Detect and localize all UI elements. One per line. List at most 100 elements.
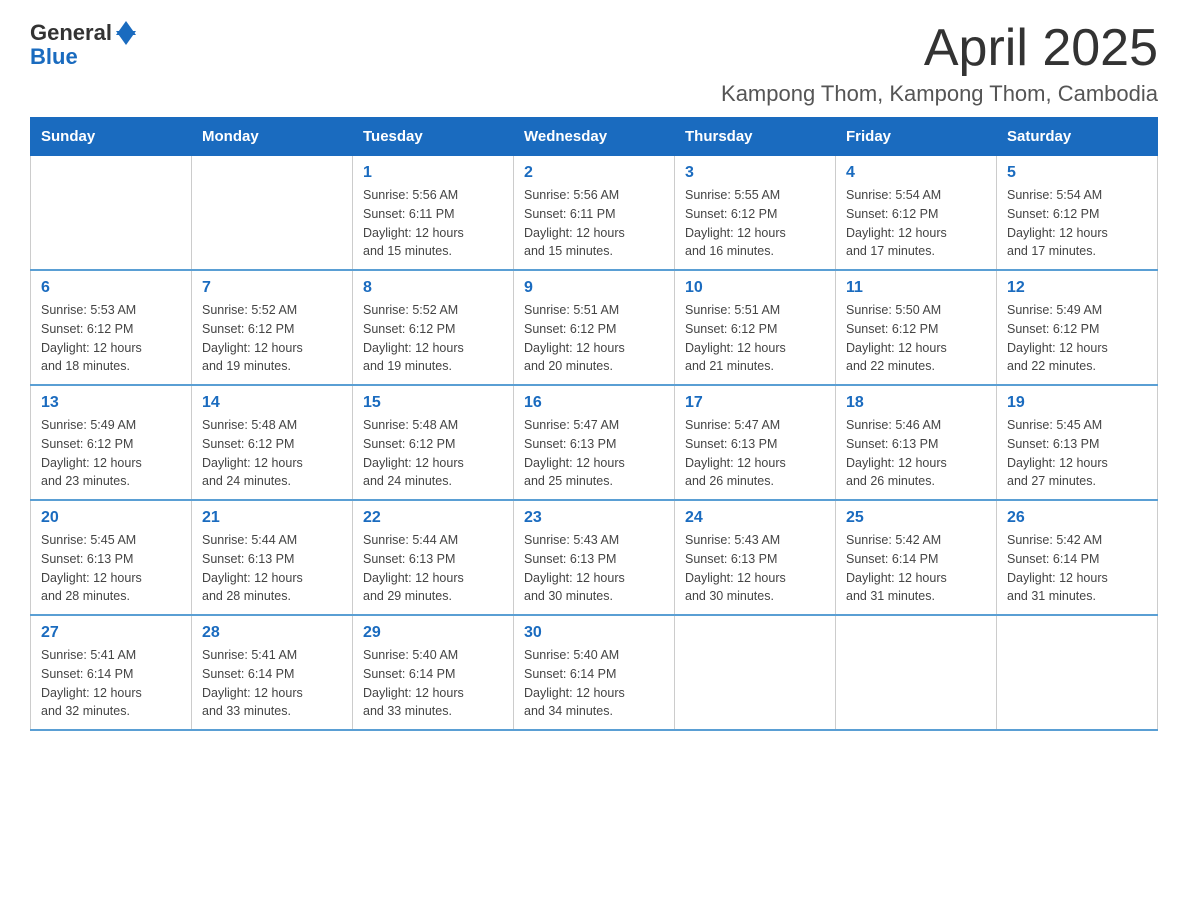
calendar-cell: 10Sunrise: 5:51 AMSunset: 6:12 PMDayligh… [675, 270, 836, 385]
calendar-cell: 22 Sunrise: 5:44 AMSunset: 6:13 PMDayligh… [353, 500, 514, 615]
day-info: Sunrise: 5:48 AMSunset: 6:12 PMDaylight:… [363, 416, 503, 491]
calendar-cell: 14 Sunrise: 5:48 AMSunset: 6:12 PMDayligh… [192, 385, 353, 500]
day-number: 16 [524, 394, 664, 412]
weekday-header-row: SundayMondayTuesdayWednesdayThursdayFrid… [31, 118, 1158, 156]
day-number: 18 [846, 394, 986, 412]
calendar-cell: 25 Sunrise: 5:42 AMSunset: 6:14 PMDayligh… [836, 500, 997, 615]
calendar-cell: 26 Sunrise: 5:42 AMSunset: 6:14 PMDayligh… [997, 500, 1158, 615]
calendar-cell: 4 Sunrise: 5:54 AMSunset: 6:12 PMDaylight… [836, 156, 997, 271]
day-info: Sunrise: 5:54 AMSunset: 6:12 PMDaylight:… [1007, 186, 1147, 261]
day-number: 9 [524, 279, 664, 297]
calendar-cell: 12Sunrise: 5:49 AMSunset: 6:12 PMDayligh… [997, 270, 1158, 385]
calendar-week-row: 6 Sunrise: 5:53 AMSunset: 6:12 PMDaylight… [31, 270, 1158, 385]
calendar-cell: 13 Sunrise: 5:49 AMSunset: 6:12 PMDayligh… [31, 385, 192, 500]
calendar-week-row: 27 Sunrise: 5:41 AMSunset: 6:14 PMDayligh… [31, 615, 1158, 730]
day-info: Sunrise: 5:51 AMSunset: 6:12 PMDaylight:… [524, 301, 664, 376]
day-number: 24 [685, 509, 825, 527]
day-info: Sunrise: 5:52 AMSunset: 6:12 PMDaylight:… [202, 301, 342, 376]
calendar-cell: 27 Sunrise: 5:41 AMSunset: 6:14 PMDayligh… [31, 615, 192, 730]
calendar-cell: 2 Sunrise: 5:56 AMSunset: 6:11 PMDaylight… [514, 156, 675, 271]
calendar-cell: 9 Sunrise: 5:51 AMSunset: 6:12 PMDaylight… [514, 270, 675, 385]
calendar-cell: 8 Sunrise: 5:52 AMSunset: 6:12 PMDaylight… [353, 270, 514, 385]
calendar-cell: 29 Sunrise: 5:40 AMSunset: 6:14 PMDayligh… [353, 615, 514, 730]
logo-triangle-down [116, 31, 136, 45]
calendar-cell: 15Sunrise: 5:48 AMSunset: 6:12 PMDayligh… [353, 385, 514, 500]
day-number: 26 [1007, 509, 1147, 527]
day-number: 25 [846, 509, 986, 527]
weekday-header-cell: Tuesday [353, 118, 514, 156]
calendar-cell: 7 Sunrise: 5:52 AMSunset: 6:12 PMDaylight… [192, 270, 353, 385]
calendar-cell: 3Sunrise: 5:55 AMSunset: 6:12 PMDaylight… [675, 156, 836, 271]
calendar-body: 1 Sunrise: 5:56 AMSunset: 6:11 PMDaylight… [31, 156, 1158, 731]
day-info: Sunrise: 5:48 AMSunset: 6:12 PMDaylight:… [202, 416, 342, 491]
day-info: Sunrise: 5:47 AMSunset: 6:13 PMDaylight:… [685, 416, 825, 491]
day-number: 17 [685, 394, 825, 412]
page-header: General Blue April 2025 Kampong Thom, Ka… [30, 20, 1158, 107]
day-info: Sunrise: 5:47 AMSunset: 6:13 PMDaylight:… [524, 416, 664, 491]
day-number: 14 [202, 394, 342, 412]
calendar-cell: 18 Sunrise: 5:46 AMSunset: 6:13 PMDayligh… [836, 385, 997, 500]
day-number: 22 [363, 509, 503, 527]
day-info: Sunrise: 5:42 AMSunset: 6:14 PMDaylight:… [1007, 531, 1147, 606]
day-info: Sunrise: 5:42 AMSunset: 6:14 PMDaylight:… [846, 531, 986, 606]
calendar-cell: 23Sunrise: 5:43 AMSunset: 6:13 PMDayligh… [514, 500, 675, 615]
logo-blue: Blue [30, 44, 78, 70]
day-number: 12 [1007, 279, 1147, 297]
weekday-header-cell: Friday [836, 118, 997, 156]
calendar-week-row: 13 Sunrise: 5:49 AMSunset: 6:12 PMDayligh… [31, 385, 1158, 500]
day-info: Sunrise: 5:46 AMSunset: 6:13 PMDaylight:… [846, 416, 986, 491]
day-info: Sunrise: 5:53 AMSunset: 6:12 PMDaylight:… [41, 301, 181, 376]
day-info: Sunrise: 5:49 AMSunset: 6:12 PMDaylight:… [41, 416, 181, 491]
weekday-header-cell: Saturday [997, 118, 1158, 156]
calendar-cell: 19 Sunrise: 5:45 AMSunset: 6:13 PMDayligh… [997, 385, 1158, 500]
calendar-table: SundayMondayTuesdayWednesdayThursdayFrid… [30, 117, 1158, 731]
day-info: Sunrise: 5:41 AMSunset: 6:14 PMDaylight:… [41, 646, 181, 721]
day-info: Sunrise: 5:44 AMSunset: 6:13 PMDaylight:… [202, 531, 342, 606]
month-title: April 2025 [721, 20, 1158, 77]
day-info: Sunrise: 5:51 AMSunset: 6:12 PMDaylight:… [685, 301, 825, 376]
day-number: 28 [202, 624, 342, 642]
day-number: 2 [524, 164, 664, 182]
day-number: 4 [846, 164, 986, 182]
day-number: 13 [41, 394, 181, 412]
calendar-week-row: 20 Sunrise: 5:45 AMSunset: 6:13 PMDayligh… [31, 500, 1158, 615]
day-number: 3 [685, 164, 825, 182]
calendar-cell: 11 Sunrise: 5:50 AMSunset: 6:12 PMDayligh… [836, 270, 997, 385]
day-info: Sunrise: 5:52 AMSunset: 6:12 PMDaylight:… [363, 301, 503, 376]
calendar-cell: 17 Sunrise: 5:47 AMSunset: 6:13 PMDayligh… [675, 385, 836, 500]
day-info: Sunrise: 5:41 AMSunset: 6:14 PMDaylight:… [202, 646, 342, 721]
day-number: 21 [202, 509, 342, 527]
day-number: 27 [41, 624, 181, 642]
calendar-cell: 20 Sunrise: 5:45 AMSunset: 6:13 PMDayligh… [31, 500, 192, 615]
day-number: 30 [524, 624, 664, 642]
day-number: 20 [41, 509, 181, 527]
calendar-cell [192, 156, 353, 271]
day-info: Sunrise: 5:50 AMSunset: 6:12 PMDaylight:… [846, 301, 986, 376]
day-info: Sunrise: 5:54 AMSunset: 6:12 PMDaylight:… [846, 186, 986, 261]
day-number: 8 [363, 279, 503, 297]
day-number: 6 [41, 279, 181, 297]
calendar-cell: 5Sunrise: 5:54 AMSunset: 6:12 PMDaylight… [997, 156, 1158, 271]
logo-general: General [30, 20, 112, 46]
location-title: Kampong Thom, Kampong Thom, Cambodia [721, 81, 1158, 107]
day-info: Sunrise: 5:45 AMSunset: 6:13 PMDaylight:… [1007, 416, 1147, 491]
calendar-week-row: 1 Sunrise: 5:56 AMSunset: 6:11 PMDaylight… [31, 156, 1158, 271]
calendar-cell: 24Sunrise: 5:43 AMSunset: 6:13 PMDayligh… [675, 500, 836, 615]
day-info: Sunrise: 5:56 AMSunset: 6:11 PMDaylight:… [524, 186, 664, 261]
title-section: April 2025 Kampong Thom, Kampong Thom, C… [721, 20, 1158, 107]
calendar-cell: 21 Sunrise: 5:44 AMSunset: 6:13 PMDayligh… [192, 500, 353, 615]
day-info: Sunrise: 5:44 AMSunset: 6:13 PMDaylight:… [363, 531, 503, 606]
calendar-cell: 28 Sunrise: 5:41 AMSunset: 6:14 PMDayligh… [192, 615, 353, 730]
calendar-cell: 1Sunrise: 5:56 AMSunset: 6:11 PMDaylight… [353, 156, 514, 271]
weekday-header-cell: Monday [192, 118, 353, 156]
day-info: Sunrise: 5:43 AMSunset: 6:13 PMDaylight:… [524, 531, 664, 606]
logo: General Blue [30, 20, 136, 70]
day-number: 11 [846, 279, 986, 297]
day-info: Sunrise: 5:45 AMSunset: 6:13 PMDaylight:… [41, 531, 181, 606]
day-number: 29 [363, 624, 503, 642]
calendar-cell [675, 615, 836, 730]
day-number: 19 [1007, 394, 1147, 412]
day-number: 1 [363, 164, 503, 182]
day-number: 7 [202, 279, 342, 297]
day-info: Sunrise: 5:40 AMSunset: 6:14 PMDaylight:… [363, 646, 503, 721]
